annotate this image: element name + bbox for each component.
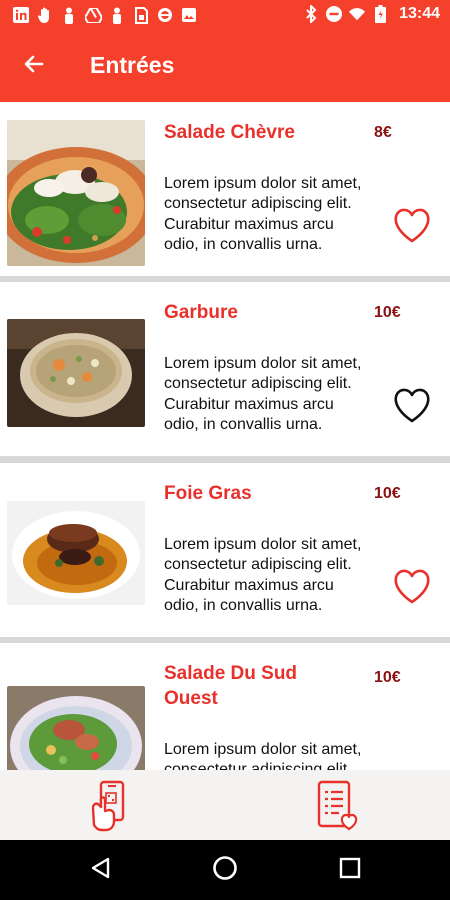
dish-description: Lorem ipsum dolor sit amet, consectetur … <box>164 175 362 253</box>
back-triangle-icon <box>89 856 113 885</box>
dish-card[interactable]: Garbure 10€ Lorem ipsum dolor sit amet, … <box>0 282 450 456</box>
dish-image-garbure <box>7 319 145 427</box>
drive-icon <box>84 6 102 24</box>
dish-price: 10€ <box>374 485 401 502</box>
recents-square-icon <box>339 857 361 884</box>
dish-image-salade-du-sud-ouest <box>7 686 145 770</box>
phone-order-icon <box>91 780 131 837</box>
nav-home-button[interactable] <box>209 854 241 886</box>
status-bar: 13:44 <box>0 0 450 30</box>
bottom-action-bar <box>0 770 450 840</box>
image-icon <box>180 6 198 24</box>
linkedin-icon <box>12 6 30 24</box>
sim-icon <box>132 6 150 24</box>
hand-icon <box>36 6 54 24</box>
dish-description: Lorem ipsum dolor sit amet, consectetur … <box>164 355 362 433</box>
dish-card[interactable]: Salade Chèvre 8€ Lorem ipsum dolor sit a… <box>0 102 450 276</box>
bluetooth-icon <box>303 5 319 23</box>
arrow-left-icon <box>22 52 46 81</box>
dish-description: Lorem ipsum dolor sit amet, consectetur … <box>164 536 362 614</box>
dish-name: Foie Gras <box>164 483 252 504</box>
dish-description: Lorem ipsum dolor sit amet, consectetur … <box>164 741 362 770</box>
person-icon <box>108 6 126 24</box>
favorite-button[interactable] <box>390 208 434 248</box>
page-title: Entrées <box>90 52 175 78</box>
favorite-button[interactable] <box>390 569 434 609</box>
battery-icon <box>372 5 388 23</box>
dish-card[interactable]: Foie Gras 10€ Lorem ipsum dolor sit amet… <box>0 463 450 637</box>
favorites-list-icon <box>315 780 361 837</box>
nav-recents-button[interactable] <box>334 854 366 886</box>
favorites-list-button[interactable] <box>313 780 363 837</box>
favorite-button[interactable] <box>390 388 434 428</box>
back-button[interactable] <box>14 46 54 86</box>
dish-list[interactable]: Salade Chèvre 8€ Lorem ipsum dolor sit a… <box>0 102 450 770</box>
dish-price: 8€ <box>374 124 392 141</box>
dish-price: 10€ <box>374 304 401 321</box>
clock: 13:44 <box>399 5 440 22</box>
app-bar: Entrées <box>0 30 450 102</box>
dish-price: 10€ <box>374 669 401 686</box>
dish-image-foie-gras <box>7 501 145 605</box>
heart-outline-icon <box>392 569 432 610</box>
dish-name: Salade Chèvre <box>164 122 295 143</box>
system-navigation-bar <box>0 840 450 900</box>
dish-name: Salade Du Sud Ouest <box>164 663 298 709</box>
circle-icon <box>156 6 174 24</box>
nav-back-button[interactable] <box>85 854 117 886</box>
do-not-disturb-icon <box>326 5 343 23</box>
notification-icons <box>12 6 198 24</box>
system-status: 13:44 <box>303 5 440 23</box>
dish-name: Garbure <box>164 302 238 323</box>
dish-card[interactable]: Salade Du Sud Ouest 10€ Lorem ipsum dolo… <box>0 643 450 770</box>
wifi-icon <box>349 5 366 23</box>
heart-outline-icon <box>392 388 432 429</box>
dish-image-salade-chevre <box>7 120 145 266</box>
person-icon <box>60 6 78 24</box>
order-button[interactable] <box>86 780 136 837</box>
home-circle-icon <box>212 855 238 886</box>
heart-outline-icon <box>392 208 432 249</box>
